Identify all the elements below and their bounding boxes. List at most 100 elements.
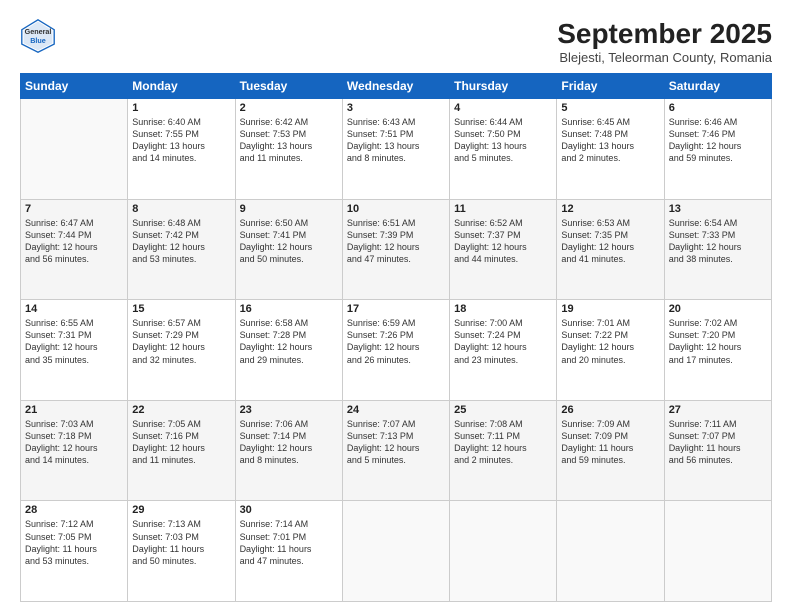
day-number: 16 [240, 303, 338, 315]
cell-content: Sunrise: 6:53 AMSunset: 7:35 PMDaylight:… [561, 217, 659, 266]
table-row: 4Sunrise: 6:44 AMSunset: 7:50 PMDaylight… [450, 99, 557, 200]
cell-content: Sunrise: 7:07 AMSunset: 7:13 PMDaylight:… [347, 418, 445, 467]
table-row [450, 501, 557, 602]
calendar-week-row: 7 Sunrise: 6:47 AMSunset: 7:44 PMDaylight… [21, 199, 772, 300]
day-number: 12 [561, 203, 659, 215]
table-row: 6 Sunrise: 6:46 AMSunset: 7:46 PMDaylight… [664, 99, 771, 200]
day-number: 24 [347, 404, 445, 416]
calendar-table: Sunday Monday Tuesday Wednesday Thursday… [20, 73, 772, 602]
day-number: 8 [132, 203, 230, 215]
svg-text:General: General [25, 27, 52, 36]
table-row: 29 Sunrise: 7:13 AMSunset: 7:03 PMDayligh… [128, 501, 235, 602]
cell-content: Sunrise: 7:05 AMSunset: 7:16 PMDaylight:… [132, 418, 230, 467]
cell-content: Sunrise: 6:45 AMSunset: 7:48 PMDaylight:… [561, 116, 659, 165]
table-row: 22 Sunrise: 7:05 AMSunset: 7:16 PMDayligh… [128, 400, 235, 501]
cell-content: Sunrise: 7:00 AMSunset: 7:24 PMDaylight:… [454, 317, 552, 366]
table-row: 30 Sunrise: 7:14 AMSunset: 7:01 PMDayligh… [235, 501, 342, 602]
cell-content: Sunrise: 7:09 AMSunset: 7:09 PMDaylight:… [561, 418, 659, 467]
day-number: 29 [132, 504, 230, 516]
day-number: 1 [132, 102, 230, 114]
location: Blejesti, Teleorman County, Romania [557, 50, 772, 65]
table-row [557, 501, 664, 602]
cell-content: Sunrise: 6:55 AMSunset: 7:31 PMDaylight:… [25, 317, 123, 366]
col-monday: Monday [128, 74, 235, 99]
table-row: 23 Sunrise: 7:06 AMSunset: 7:14 PMDayligh… [235, 400, 342, 501]
table-row: 26 Sunrise: 7:09 AMSunset: 7:09 PMDayligh… [557, 400, 664, 501]
table-row [21, 99, 128, 200]
day-number: 10 [347, 203, 445, 215]
svg-text:Blue: Blue [30, 36, 46, 45]
cell-content: Sunrise: 7:02 AMSunset: 7:20 PMDaylight:… [669, 317, 767, 366]
day-number: 2 [240, 102, 338, 114]
calendar-week-row: 1Sunrise: 6:40 AMSunset: 7:55 PMDaylight… [21, 99, 772, 200]
col-saturday: Saturday [664, 74, 771, 99]
title-block: September 2025 Blejesti, Teleorman Count… [557, 18, 772, 65]
table-row: 27Sunrise: 7:11 AMSunset: 7:07 PMDayligh… [664, 400, 771, 501]
col-sunday: Sunday [21, 74, 128, 99]
cell-content: Sunrise: 6:47 AMSunset: 7:44 PMDaylight:… [25, 217, 123, 266]
calendar-week-row: 14 Sunrise: 6:55 AMSunset: 7:31 PMDayligh… [21, 300, 772, 401]
table-row: 13 Sunrise: 6:54 AMSunset: 7:33 PMDayligh… [664, 199, 771, 300]
cell-content: Sunrise: 6:59 AMSunset: 7:26 PMDaylight:… [347, 317, 445, 366]
cell-content: Sunrise: 6:46 AMSunset: 7:46 PMDaylight:… [669, 116, 767, 165]
cell-content: Sunrise: 7:06 AMSunset: 7:14 PMDaylight:… [240, 418, 338, 467]
cell-content: Sunrise: 7:13 AMSunset: 7:03 PMDaylight:… [132, 518, 230, 567]
table-row: 11Sunrise: 6:52 AMSunset: 7:37 PMDayligh… [450, 199, 557, 300]
table-row: 5 Sunrise: 6:45 AMSunset: 7:48 PMDaylight… [557, 99, 664, 200]
table-row: 14 Sunrise: 6:55 AMSunset: 7:31 PMDayligh… [21, 300, 128, 401]
logo: General Blue [20, 18, 56, 54]
day-number: 26 [561, 404, 659, 416]
table-row: 18 Sunrise: 7:00 AMSunset: 7:24 PMDayligh… [450, 300, 557, 401]
day-number: 14 [25, 303, 123, 315]
cell-content: Sunrise: 6:48 AMSunset: 7:42 PMDaylight:… [132, 217, 230, 266]
cell-content: Sunrise: 6:51 AMSunset: 7:39 PMDaylight:… [347, 217, 445, 266]
table-row: 1Sunrise: 6:40 AMSunset: 7:55 PMDaylight… [128, 99, 235, 200]
cell-content: Sunrise: 7:03 AMSunset: 7:18 PMDaylight:… [25, 418, 123, 467]
day-number: 13 [669, 203, 767, 215]
logo-icon: General Blue [20, 18, 56, 54]
cell-content: Sunrise: 6:58 AMSunset: 7:28 PMDaylight:… [240, 317, 338, 366]
table-row: 10 Sunrise: 6:51 AMSunset: 7:39 PMDayligh… [342, 199, 449, 300]
day-number: 21 [25, 404, 123, 416]
day-number: 4 [454, 102, 552, 114]
table-row: 20 Sunrise: 7:02 AMSunset: 7:20 PMDayligh… [664, 300, 771, 401]
col-thursday: Thursday [450, 74, 557, 99]
table-row: 16 Sunrise: 6:58 AMSunset: 7:28 PMDayligh… [235, 300, 342, 401]
cell-content: Sunrise: 7:12 AMSunset: 7:05 PMDaylight:… [25, 518, 123, 567]
cell-content: Sunrise: 6:42 AMSunset: 7:53 PMDaylight:… [240, 116, 338, 165]
col-friday: Friday [557, 74, 664, 99]
day-number: 18 [454, 303, 552, 315]
table-row: 7 Sunrise: 6:47 AMSunset: 7:44 PMDaylight… [21, 199, 128, 300]
day-number: 30 [240, 504, 338, 516]
cell-content: Sunrise: 7:14 AMSunset: 7:01 PMDaylight:… [240, 518, 338, 567]
day-number: 23 [240, 404, 338, 416]
cell-content: Sunrise: 7:08 AMSunset: 7:11 PMDaylight:… [454, 418, 552, 467]
day-number: 7 [25, 203, 123, 215]
table-row: 12 Sunrise: 6:53 AMSunset: 7:35 PMDayligh… [557, 199, 664, 300]
cell-content: Sunrise: 6:54 AMSunset: 7:33 PMDaylight:… [669, 217, 767, 266]
day-number: 22 [132, 404, 230, 416]
cell-content: Sunrise: 6:57 AMSunset: 7:29 PMDaylight:… [132, 317, 230, 366]
cell-content: Sunrise: 6:43 AMSunset: 7:51 PMDaylight:… [347, 116, 445, 165]
day-number: 15 [132, 303, 230, 315]
day-number: 6 [669, 102, 767, 114]
table-row: 8 Sunrise: 6:48 AMSunset: 7:42 PMDaylight… [128, 199, 235, 300]
day-number: 5 [561, 102, 659, 114]
cell-content: Sunrise: 6:50 AMSunset: 7:41 PMDaylight:… [240, 217, 338, 266]
page: General Blue September 2025 Blejesti, Te… [0, 0, 792, 612]
day-number: 3 [347, 102, 445, 114]
cell-content: Sunrise: 6:52 AMSunset: 7:37 PMDaylight:… [454, 217, 552, 266]
table-row [664, 501, 771, 602]
calendar-week-row: 28Sunrise: 7:12 AMSunset: 7:05 PMDayligh… [21, 501, 772, 602]
day-number: 25 [454, 404, 552, 416]
col-tuesday: Tuesday [235, 74, 342, 99]
table-row: 17Sunrise: 6:59 AMSunset: 7:26 PMDayligh… [342, 300, 449, 401]
calendar-week-row: 21 Sunrise: 7:03 AMSunset: 7:18 PMDayligh… [21, 400, 772, 501]
table-row: 19Sunrise: 7:01 AMSunset: 7:22 PMDayligh… [557, 300, 664, 401]
table-row: 3 Sunrise: 6:43 AMSunset: 7:51 PMDaylight… [342, 99, 449, 200]
table-row: 24 Sunrise: 7:07 AMSunset: 7:13 PMDayligh… [342, 400, 449, 501]
calendar-header-row: Sunday Monday Tuesday Wednesday Thursday… [21, 74, 772, 99]
day-number: 20 [669, 303, 767, 315]
table-row: 25 Sunrise: 7:08 AMSunset: 7:11 PMDayligh… [450, 400, 557, 501]
month-title: September 2025 [557, 18, 772, 50]
